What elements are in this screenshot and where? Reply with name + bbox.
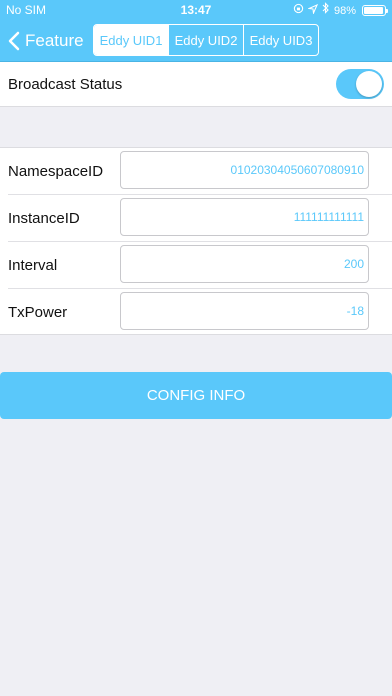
status-bar: No SIM 13:47 98% [0, 0, 392, 20]
instance-id-row: InstanceID [0, 195, 392, 242]
screen: No SIM 13:47 98% Feature Eddy UID1 Eddy … [0, 0, 392, 696]
segment-eddy-uid1[interactable]: Eddy UID1 [94, 25, 169, 55]
tx-power-label: TxPower [8, 304, 68, 321]
namespace-id-row: NamespaceID [0, 148, 392, 195]
namespace-id-input[interactable] [120, 151, 369, 189]
tx-power-input[interactable] [120, 292, 369, 330]
bluetooth-icon [322, 2, 330, 19]
instance-id-label: InstanceID [8, 210, 80, 227]
interval-row: Interval [0, 242, 392, 289]
battery-icon [362, 5, 388, 16]
toggle-knob [356, 71, 382, 97]
beacon-segmented-control: Eddy UID1 Eddy UID2 Eddy UID3 [93, 24, 319, 56]
battery-percent: 98% [333, 4, 356, 17]
back-button-label: Feature [25, 31, 84, 50]
interval-input[interactable] [120, 245, 369, 283]
chevron-left-icon [8, 31, 20, 51]
navigation-bar: Feature Eddy UID1 Eddy UID2 Eddy UID3 [0, 20, 392, 62]
instance-id-input[interactable] [120, 198, 369, 236]
broadcast-status-toggle[interactable] [336, 69, 384, 99]
status-icons: 98% [293, 2, 388, 19]
namespace-id-label: NamespaceID [8, 163, 104, 180]
location-arrow-icon [306, 3, 319, 19]
interval-label: Interval [8, 257, 58, 274]
segment-eddy-uid3[interactable]: Eddy UID3 [244, 25, 318, 55]
lock-rotation-icon [293, 3, 304, 19]
config-info-button[interactable]: CONFIG INFO [0, 372, 392, 419]
broadcast-status-label: Broadcast Status [8, 76, 123, 93]
segment-eddy-uid2[interactable]: Eddy UID2 [169, 25, 244, 55]
beacon-settings-form: NamespaceID InstanceID Interval TxPower [0, 147, 392, 335]
tx-power-row: TxPower [0, 289, 392, 336]
back-button[interactable]: Feature [8, 26, 84, 56]
broadcast-status-row: Broadcast Status [0, 62, 392, 107]
